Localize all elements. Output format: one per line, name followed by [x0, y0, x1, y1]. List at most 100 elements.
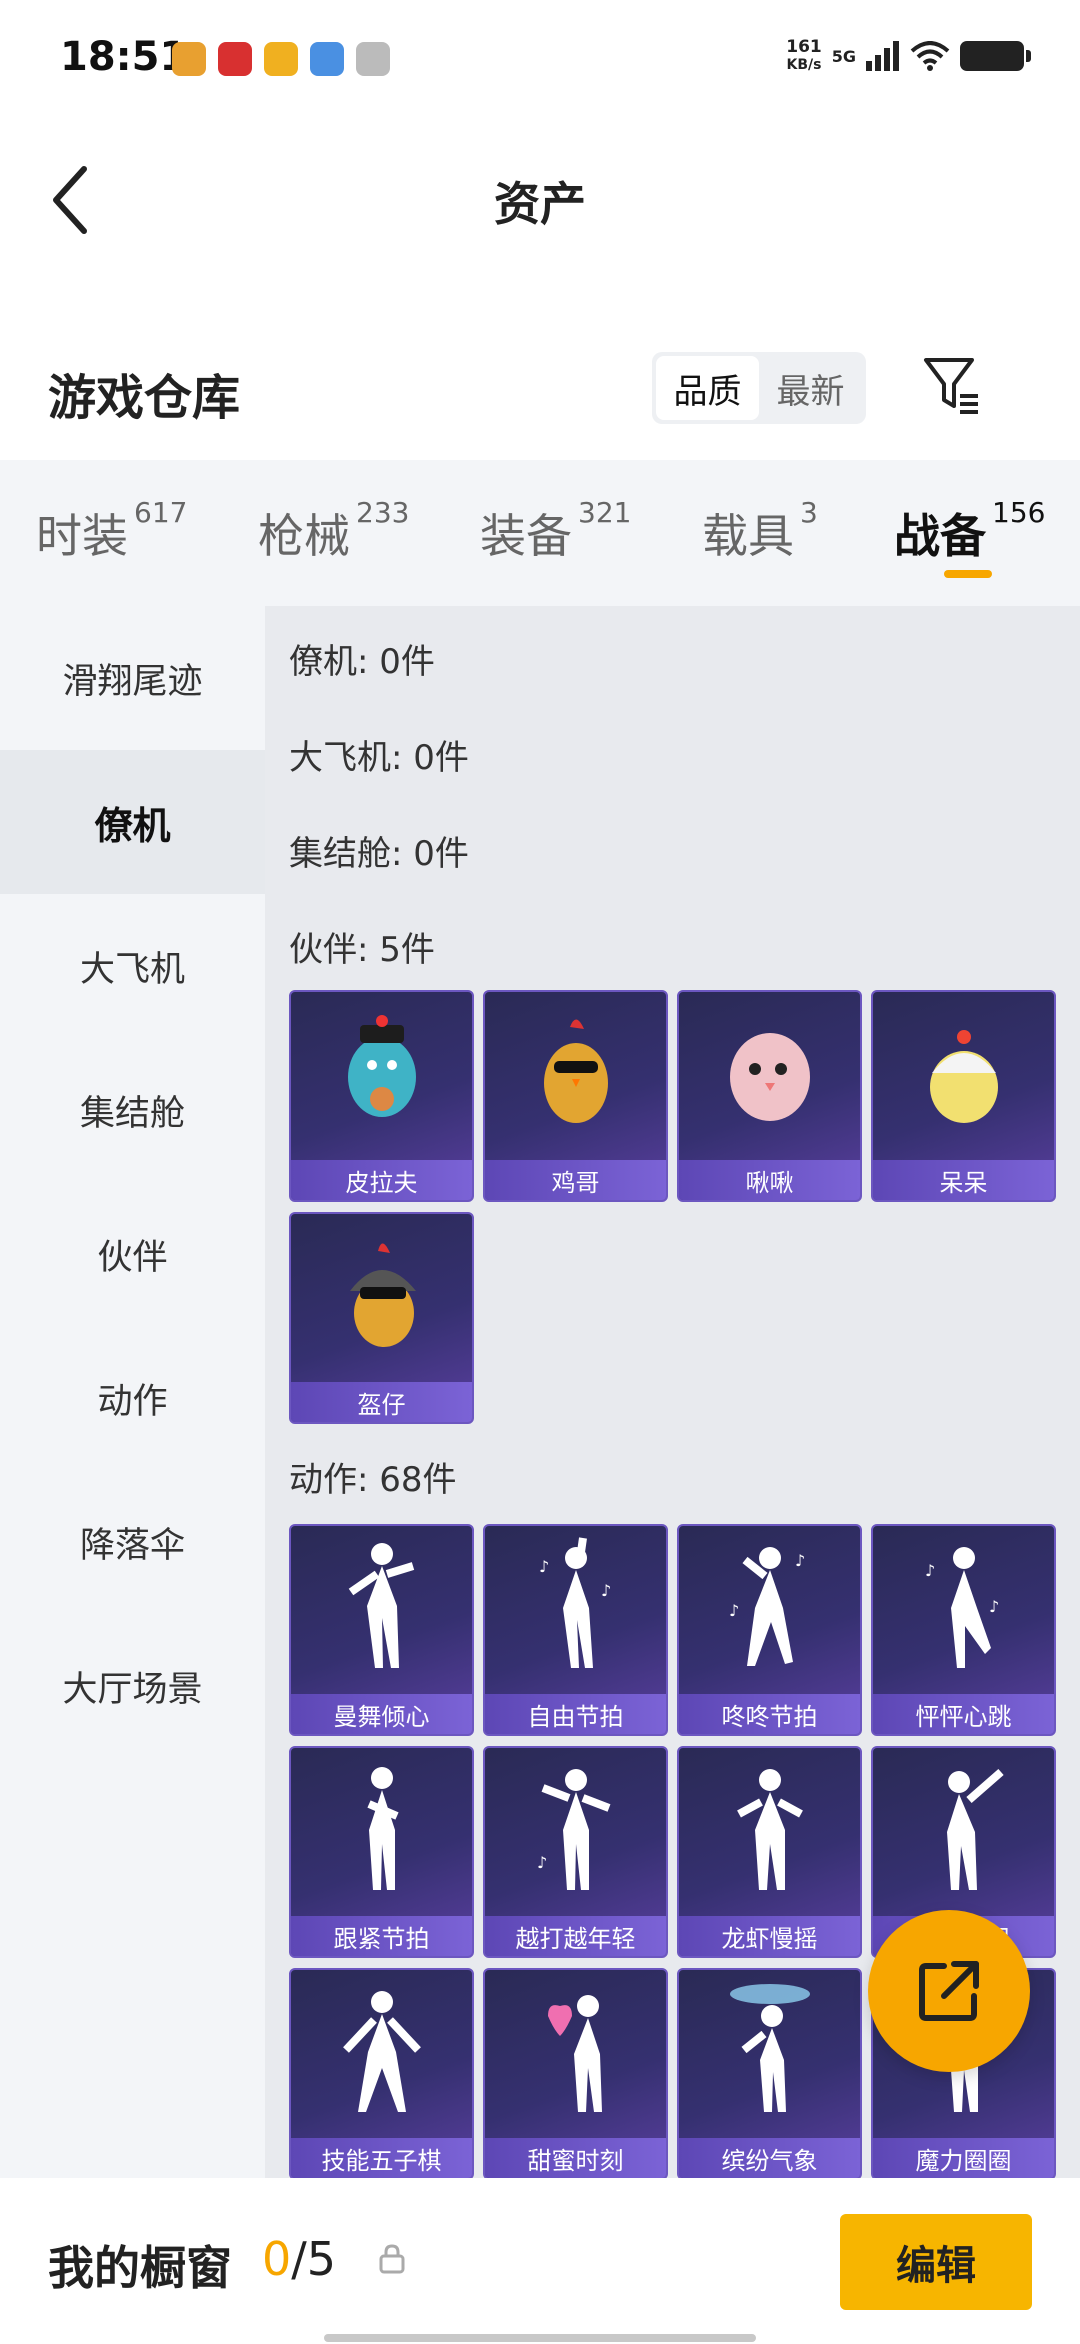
svg-text:♪: ♪	[537, 1853, 547, 1872]
emote-card[interactable]: ♪ ♪ 咚咚节拍	[677, 1524, 862, 1736]
group-label-big-plane: 大飞机: 0件	[289, 738, 469, 778]
group-label-assembly-pod: 集结舱: 0件	[289, 834, 469, 874]
emote-art	[679, 1970, 860, 2130]
emote-card[interactable]: 甜蜜时刻	[483, 1968, 668, 2178]
sidebar-item-emote[interactable]: 动作	[0, 1326, 265, 1470]
partner-art	[291, 992, 472, 1152]
partner-art	[873, 992, 1054, 1152]
status-time: 18:51	[60, 34, 188, 80]
signal-icon	[866, 41, 899, 71]
partner-card[interactable]: 皮拉夫	[289, 990, 474, 1202]
svg-text:♪: ♪	[539, 1557, 549, 1576]
emote-art	[679, 1748, 860, 1908]
emote-art	[291, 1526, 472, 1686]
emote-art	[485, 1970, 666, 2130]
emote-name: 龙虾慢摇	[679, 1916, 860, 1956]
share-button[interactable]	[868, 1910, 1030, 2072]
svg-text:♪: ♪	[795, 1551, 805, 1570]
partner-art	[679, 992, 860, 1152]
group-label-emote: 动作: 68件	[289, 1460, 457, 1500]
status-indicators: 161 KB/s 5G	[786, 37, 1031, 74]
emote-art	[291, 1748, 472, 1908]
net-speed: 161 KB/s	[786, 37, 822, 73]
showcase-bar: 我的橱窗 0/5 编辑	[0, 2178, 1080, 2344]
partner-card[interactable]: 盔仔	[289, 1212, 474, 1424]
dancer-silhouette-icon	[547, 1995, 602, 2112]
sidebar-item-parachute[interactable]: 降落伞	[0, 1470, 265, 1614]
home-indicator	[324, 2334, 756, 2342]
partner-name: 啾啾	[679, 1160, 860, 1200]
status-app-icons	[172, 42, 390, 76]
svg-text:♪: ♪	[925, 1561, 935, 1580]
emote-art: ♪	[485, 1748, 666, 1908]
tab-combat-gear[interactable]: 战备 156	[894, 496, 1045, 566]
partner-kuizai-image	[349, 1243, 416, 1347]
sidebar-item-glide-trail[interactable]: 滑翔尾迹	[0, 606, 265, 750]
emote-card[interactable]: 技能五子棋	[289, 1968, 474, 2178]
status-bar: 18:51 161 KB/s 5G	[0, 0, 1080, 120]
partner-name: 皮拉夫	[291, 1160, 472, 1200]
partner-card[interactable]: 呆呆	[871, 990, 1056, 1202]
emote-name: 曼舞倾心	[291, 1694, 472, 1734]
partner-name: 盔仔	[291, 1382, 472, 1422]
tab-active-indicator	[944, 570, 992, 578]
filter-button[interactable]	[920, 354, 984, 418]
sort-quality-option[interactable]: 品质	[656, 356, 759, 420]
emote-art: ♪ ♪	[485, 1526, 666, 1686]
emote-art: ♪ ♪	[679, 1526, 860, 1686]
emote-name: 越打越年轻	[485, 1916, 666, 1956]
emote-card[interactable]: 跟紧节拍	[289, 1746, 474, 1958]
emote-art	[291, 1970, 472, 2130]
emote-name: 怦怦心跳	[873, 1694, 1054, 1734]
sort-toggle: 品质 最新	[652, 352, 866, 424]
edit-button[interactable]: 编辑	[840, 2214, 1032, 2310]
showcase-title: 我的橱窗	[48, 2241, 232, 2295]
app-notification-icon	[218, 42, 252, 76]
partner-art	[485, 992, 666, 1152]
partner-card[interactable]: 鸡哥	[483, 990, 668, 1202]
partner-pilaf-image	[347, 1015, 416, 1117]
svg-text:♪: ♪	[601, 1581, 611, 1600]
partner-jiujiu-image	[729, 1033, 810, 1121]
partner-card[interactable]: 啾啾	[677, 990, 862, 1202]
emote-card[interactable]: 缤纷气象	[677, 1968, 862, 2178]
emote-name: 魔力圈圈	[873, 2138, 1054, 2178]
dancer-silhouette-icon: ♪♪	[925, 1547, 999, 1668]
emote-card[interactable]: ♪ 越打越年轻	[483, 1746, 668, 1958]
sidebar-item-assembly-pod[interactable]: 集结舱	[0, 1038, 265, 1182]
emote-name: 咚咚节拍	[679, 1694, 860, 1734]
sort-newest-option[interactable]: 最新	[759, 356, 862, 420]
category-tabs: 时装 617 枪械 233 装备 321 载具 3 战备 156	[0, 460, 1080, 606]
emote-art: ♪ ♪	[873, 1526, 1054, 1686]
emote-name: 自由节拍	[485, 1694, 666, 1734]
svg-text:♪: ♪	[729, 1601, 739, 1620]
share-icon	[919, 1961, 979, 2021]
dancer-silhouette-icon: ♪♪	[539, 1537, 611, 1668]
tab-guns[interactable]: 枪械 233	[258, 496, 409, 566]
emote-card[interactable]: 龙虾慢摇	[677, 1746, 862, 1958]
app-notification-icon	[172, 42, 206, 76]
filter-icon	[924, 358, 978, 414]
sidebar-item-lobby-scene[interactable]: 大厅场景	[0, 1614, 265, 1758]
partner-daidai-image	[929, 1030, 998, 1123]
tab-vehicles[interactable]: 载具 3	[702, 496, 818, 566]
emote-name: 技能五子棋	[291, 2138, 472, 2178]
svg-text:♪: ♪	[989, 1597, 999, 1616]
partner-name: 鸡哥	[485, 1160, 666, 1200]
sidebar-item-big-plane[interactable]: 大飞机	[0, 894, 265, 1038]
battery-icon	[960, 41, 1031, 71]
app-notification-icon	[264, 42, 298, 76]
emote-card[interactable]: 曼舞倾心	[289, 1524, 474, 1736]
emote-card[interactable]: ♪ ♪ 怦怦心跳	[871, 1524, 1056, 1736]
section-title: 游戏仓库	[48, 370, 241, 426]
dancer-silhouette-icon: ♪	[537, 1769, 610, 1890]
partner-chicken-image	[543, 1019, 608, 1123]
tab-fashion[interactable]: 时装 617	[36, 496, 187, 566]
wifi-icon	[910, 41, 950, 71]
emote-name: 跟紧节拍	[291, 1916, 472, 1956]
sidebar-item-partner[interactable]: 伙伴	[0, 1182, 265, 1326]
emote-card[interactable]: ♪ ♪ 自由节拍	[483, 1524, 668, 1736]
tab-equipment[interactable]: 装备 321	[480, 496, 631, 566]
sidebar-item-wingman[interactable]: 僚机	[0, 750, 265, 894]
dancer-silhouette-icon	[366, 1767, 399, 1890]
